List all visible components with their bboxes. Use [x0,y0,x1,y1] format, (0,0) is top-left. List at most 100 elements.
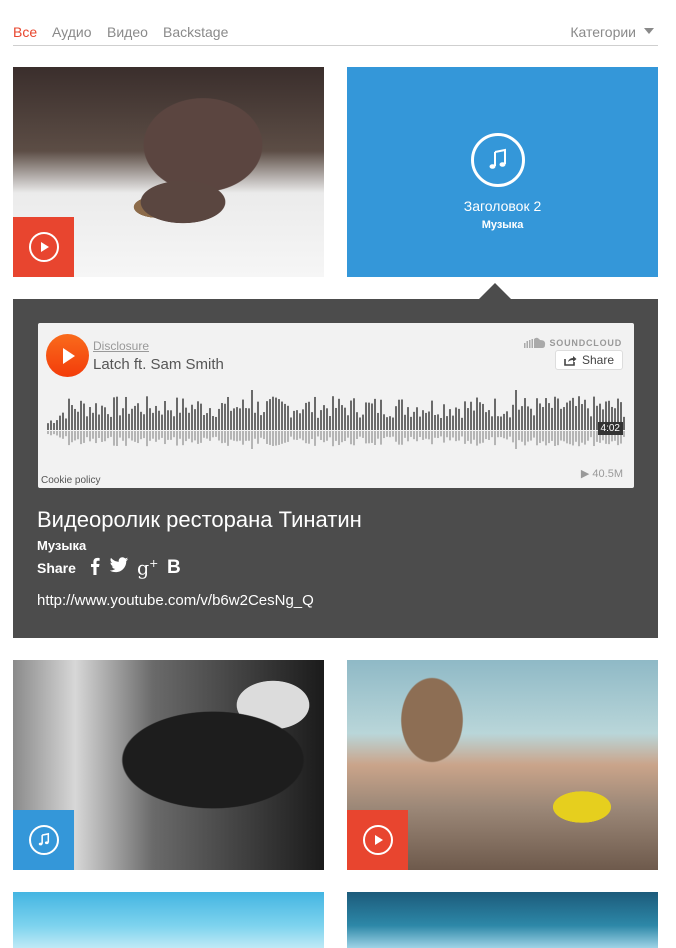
waveform-bar [326,408,328,430]
waveform-reflection [149,431,151,441]
waveform-bar [137,403,139,430]
media-tile-sky[interactable] [13,892,324,948]
waveform-bar [539,403,541,430]
media-tile-sea[interactable] [347,892,658,948]
waveform-reflection [314,431,316,446]
categories-dropdown[interactable]: Категории [570,24,654,40]
waveform-reflection [236,431,238,442]
video-link[interactable]: http://www.youtube.com/v/b6w2CesNg_Q [37,592,314,609]
player-share-button[interactable]: Share [554,350,623,370]
twitter-icon[interactable] [109,557,129,579]
waveform-reflection [152,431,154,439]
media-tile-desert[interactable] [347,660,658,870]
waveform-bar [515,390,517,430]
filter-all[interactable]: Все [13,24,37,40]
filter-video[interactable]: Видео [107,24,148,40]
waveform-bar [389,416,391,430]
waveform-bar [422,410,424,430]
waveform-reflection [482,431,484,443]
waveform-bar [395,406,397,430]
facebook-icon[interactable] [90,557,100,580]
waveform-bar [554,396,556,430]
waveform-reflection [188,431,190,439]
video-badge[interactable] [13,217,74,277]
waveform-bar [128,413,130,430]
waveform-bar [416,407,418,430]
waveform-reflection [257,431,259,444]
waveform-reflection [176,431,178,446]
waveform-bar [284,403,286,430]
waveform-reflection [470,431,472,444]
play-count: ▶ 40.5M [580,468,623,480]
waveform-reflection [521,431,523,442]
media-tile-cat[interactable] [13,67,324,277]
waveform-reflection [128,431,130,439]
waveform-reflection [77,431,79,440]
waveform-bar [332,396,334,430]
waveform-bar [491,416,493,430]
waveform-reflection [317,431,319,437]
google-plus-icon[interactable]: g+ [137,557,158,579]
waveform-bar [560,408,562,430]
soundcloud-brand[interactable]: SOUNDCLOUD [523,337,623,348]
panel-pointer [478,283,512,300]
soundcloud-logo-icon [523,337,545,348]
waveform-bar [578,396,580,430]
waveform-reflection [341,431,343,443]
cookie-policy-link[interactable]: Cookie policy [41,475,100,486]
waveform-bar [170,410,172,430]
audio-tile-active[interactable]: Заголовок 2 Музыка [347,67,658,277]
waveform-reflection [449,431,451,441]
waveform-bar [374,398,376,430]
waveform-bar [95,403,97,430]
waveform-reflection [143,431,145,439]
play-icon [62,347,75,364]
soundcloud-play-button[interactable] [46,334,89,377]
waveform-reflection [194,431,196,441]
waveform-reflection [290,431,292,437]
waveform-reflection [452,431,454,438]
waveform-bar [479,402,481,430]
waveform-reflection [263,431,265,440]
waveform-reflection [161,431,163,438]
waveform-reflection [422,431,424,440]
waveform-reflection [572,431,574,446]
waveform-reflection [209,431,211,441]
waveform-bar [353,398,355,430]
waveform-bar [512,404,514,430]
waveform-reflection [587,431,589,441]
waveform-bar [551,407,553,430]
waveform-reflection [146,431,148,447]
waveform-bar [494,398,496,430]
waveform-bar [314,396,316,430]
waveform-reflection [455,431,457,442]
waveform-reflection [410,431,412,437]
audio-badge[interactable] [13,810,74,870]
waveform-reflection [425,431,427,439]
waveform-bar [53,423,55,430]
waveform-bar [437,414,439,430]
waveform-reflection [164,431,166,445]
waveform-reflection [515,431,517,449]
waveform-reflection [311,431,313,440]
waveform-bar [299,413,301,430]
video-badge[interactable] [347,810,408,870]
artist-link[interactable]: Disclosure [93,339,149,353]
waveform-bar [287,405,289,430]
waveform-bar [188,412,190,430]
waveform-bar [113,397,115,430]
waveform-reflection [440,431,442,437]
media-tile-car[interactable] [13,660,324,870]
vk-icon[interactable]: B [167,557,181,579]
filter-audio[interactable]: Аудио [52,24,92,40]
waveform-bar [338,398,340,430]
filter-backstage[interactable]: Backstage [163,24,228,40]
waveform-reflection [266,431,268,444]
music-note-icon [471,133,525,187]
waveform-reflection [68,431,70,446]
waveform-bar [47,423,49,430]
waveform[interactable] [47,385,625,455]
waveform-bar [386,417,388,430]
waveform-reflection [563,431,565,442]
waveform-reflection [254,431,256,439]
